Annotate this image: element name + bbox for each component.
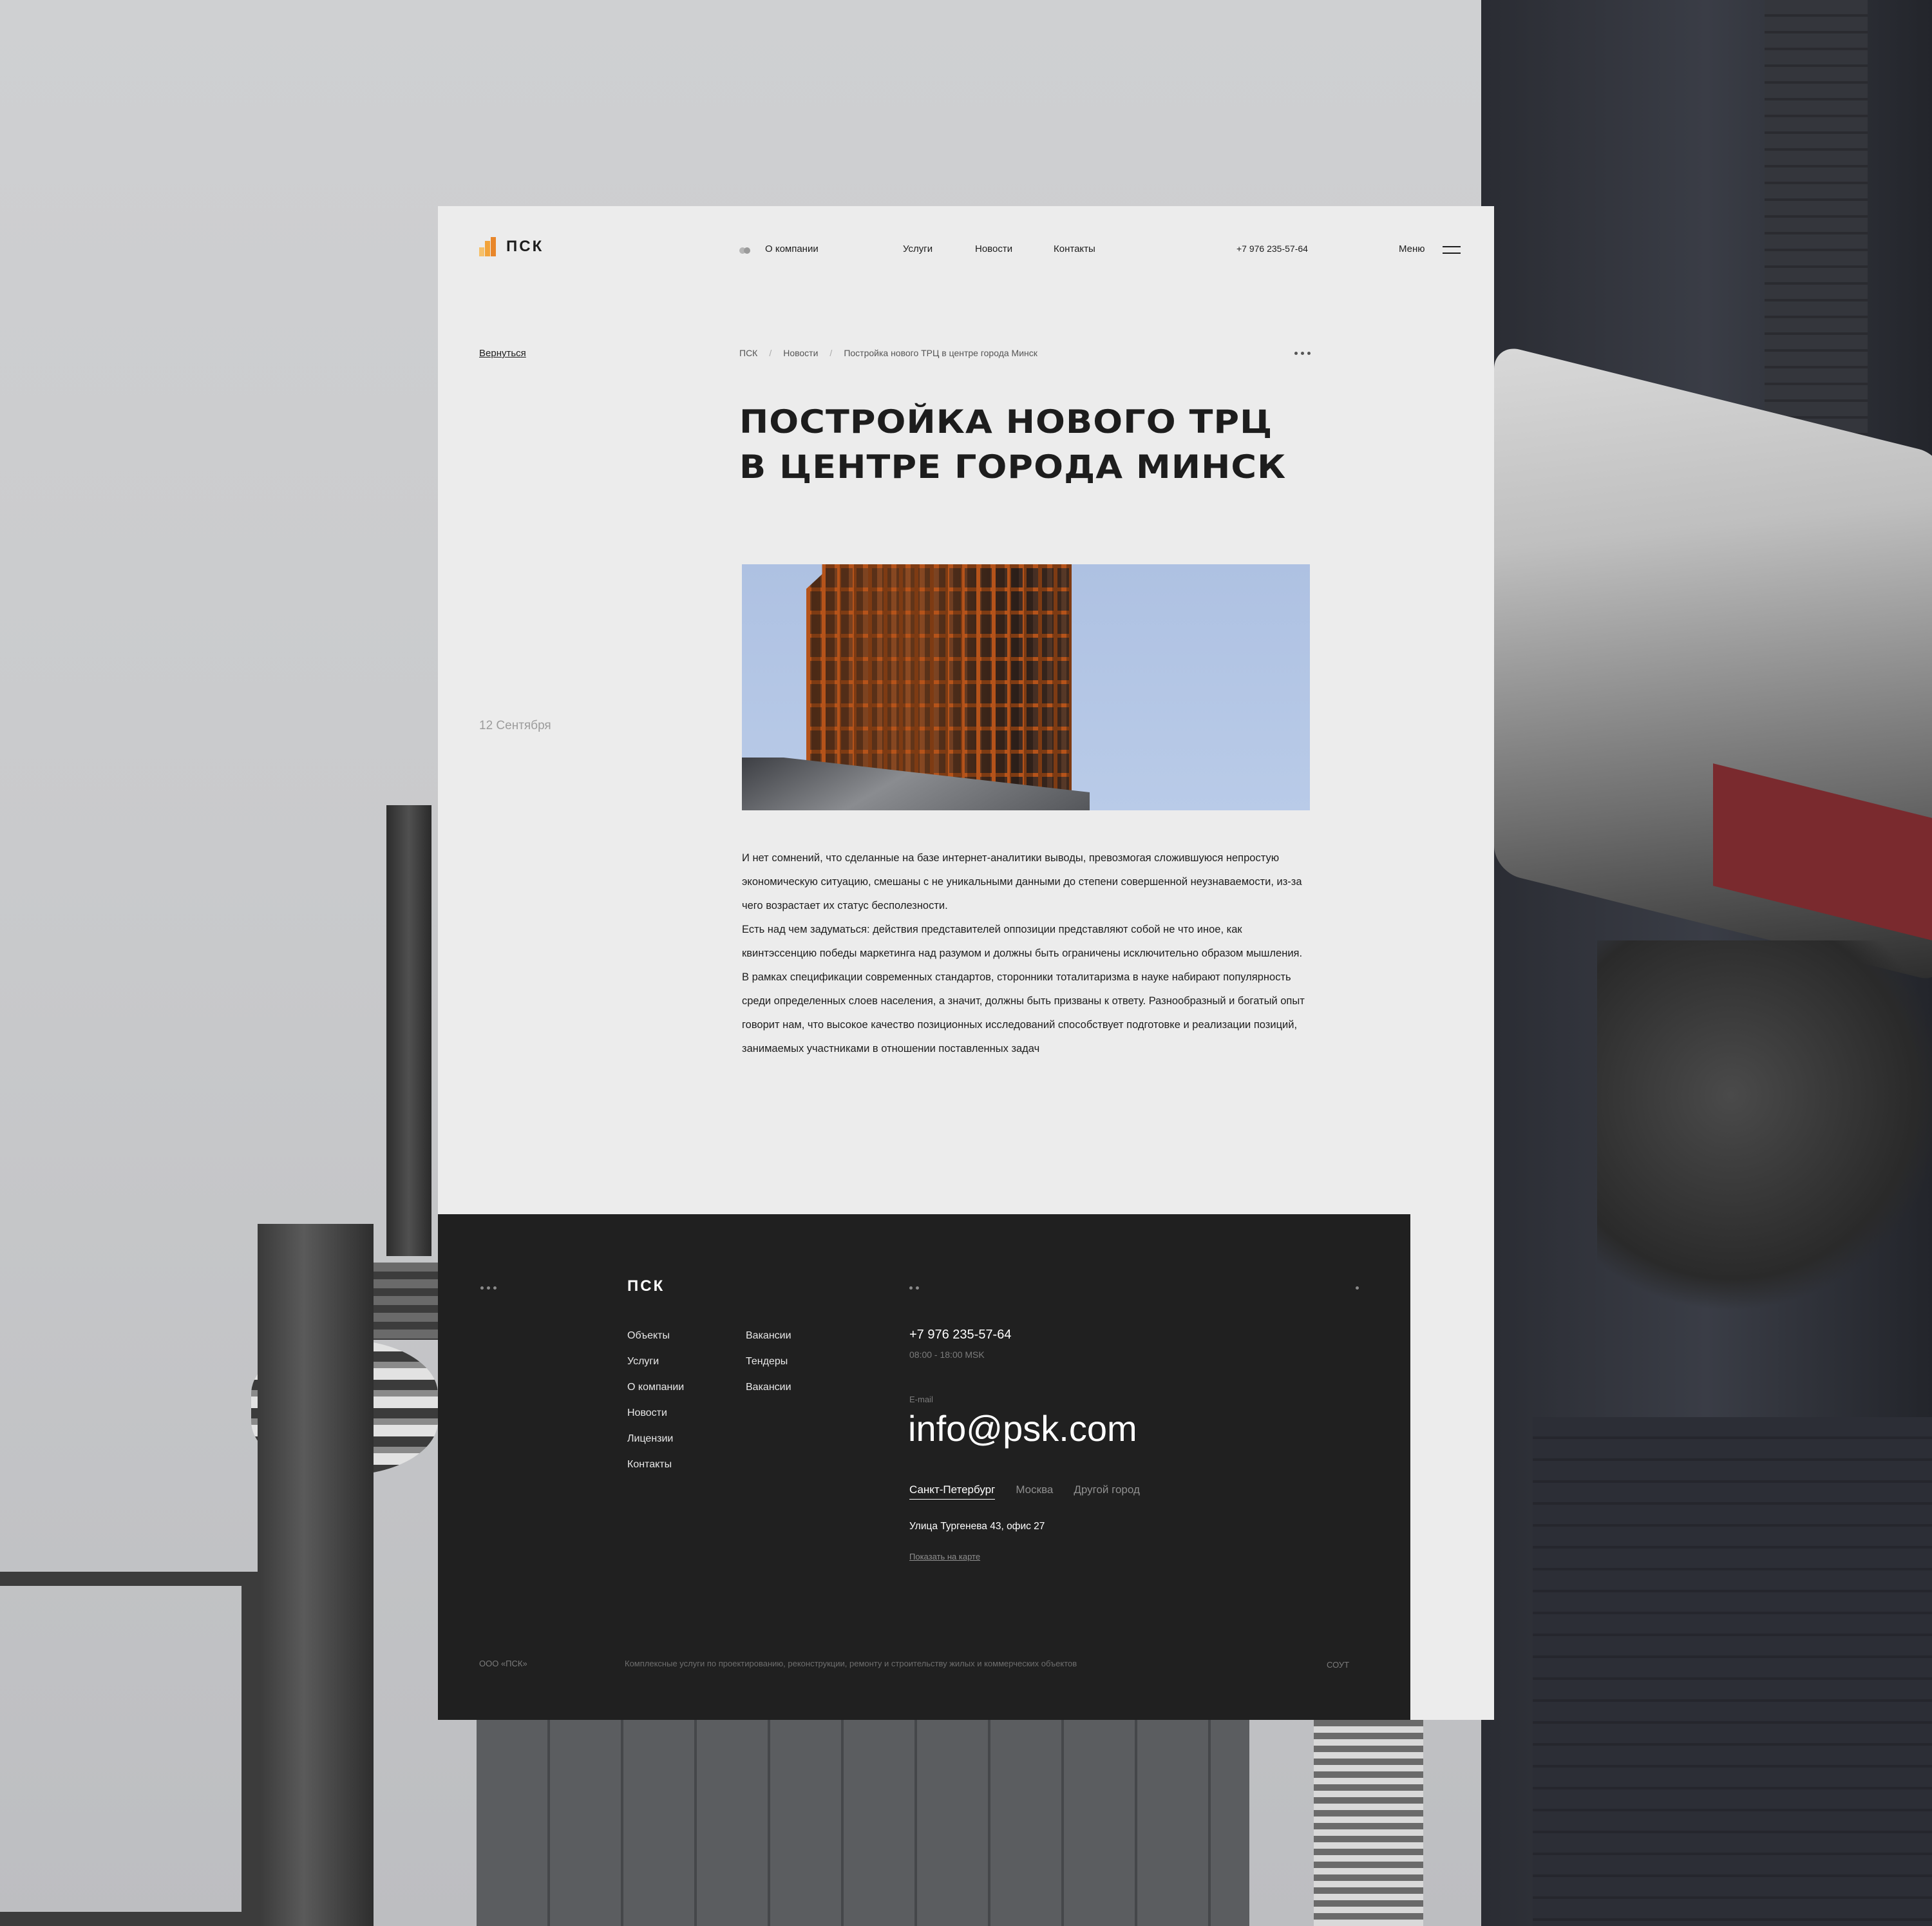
footer-description: Комплексные услуги по проектированию, ре… [625, 1659, 1077, 1668]
site-header: ПСК О компании Услуги Новости Контакты +… [438, 206, 1494, 296]
footer-address: Улица Тургенева 43, офис 27 [909, 1521, 1045, 1532]
article-title: ПОСТРОЙКА НОВОГО ТРЦ В ЦЕНТРЕ ГОРОДА МИН… [739, 399, 1365, 490]
back-link[interactable]: Вернуться [479, 348, 526, 359]
article-paragraph-2: Есть над чем задуматься: действия предст… [742, 924, 1305, 1054]
article-date: 12 Сентября [479, 719, 551, 732]
bg-tv-tower-shaft [258, 1224, 374, 1926]
nav-item-about[interactable]: О компании [765, 243, 819, 254]
footer-nav-col1: Объекты Услуги О компании Новости Лиценз… [627, 1330, 684, 1485]
footer-link-tenders[interactable]: Тендеры [746, 1356, 791, 1382]
article-paragraph-1: И нет сомнений, что сделанные на базе ин… [742, 852, 1302, 911]
article-body: И нет сомнений, что сделанные на базе ин… [742, 846, 1310, 1061]
article-title-line2: В ЦЕНТРЕ ГОРОДА МИНСК [739, 448, 1287, 486]
breadcrumb-separator: / [769, 348, 772, 358]
breadcrumb-separator: / [829, 348, 833, 358]
footer-email-label: E-mail [909, 1395, 933, 1404]
city-tabs: Санкт-Петербург Москва Другой город [909, 1483, 1140, 1500]
city-tab-spb[interactable]: Санкт-Петербург [909, 1483, 996, 1500]
bg-striped-building [1314, 1713, 1423, 1926]
hamburger-icon[interactable] [1443, 246, 1461, 255]
footer-link-objects[interactable]: Объекты [627, 1330, 684, 1356]
bg-tv-tower-spire [386, 805, 431, 1256]
site-footer: ПСК Объекты Услуги О компании Новости Ли… [438, 1214, 1410, 1720]
breadcrumb-item-home[interactable]: ПСК [739, 348, 757, 358]
footer-link-vacancies[interactable]: Вакансии [746, 1330, 791, 1356]
footer-dot-icon [1356, 1286, 1359, 1290]
header-phone[interactable]: +7 976 235-57-64 [1236, 243, 1308, 254]
footer-logo[interactable]: ПСК [627, 1277, 665, 1295]
footer-dots-icon [480, 1286, 497, 1290]
nav-item-contacts[interactable]: Контакты [1054, 243, 1095, 254]
footer-link-vacancies-2[interactable]: Вакансии [746, 1382, 791, 1407]
more-options-icon[interactable] [1294, 352, 1311, 355]
logo-text: ПСК [506, 238, 544, 255]
footer-nav-col2: Вакансии Тендеры Вакансии [746, 1330, 791, 1407]
nav-toggle-icon[interactable] [739, 247, 752, 254]
footer-sout-link[interactable]: СОУТ [1327, 1660, 1349, 1670]
footer-email[interactable]: info@psk.com [908, 1407, 1137, 1449]
bg-sign-frame [0, 1572, 261, 1926]
city-tab-other[interactable]: Другой город [1074, 1483, 1140, 1500]
footer-link-services[interactable]: Услуги [627, 1356, 684, 1382]
footer-link-about[interactable]: О компании [627, 1382, 684, 1407]
article-hero-image [742, 564, 1310, 810]
breadcrumb: ПСК / Новости / Постройка нового ТРЦ в ц… [739, 348, 1037, 358]
nav-item-services[interactable]: Услуги [903, 243, 933, 254]
article-title-line1: ПОСТРОЙКА НОВОГО ТРЦ [739, 403, 1273, 441]
menu-label[interactable]: Меню [1399, 243, 1425, 254]
site-logo[interactable]: ПСК [479, 237, 544, 256]
footer-phone[interactable]: +7 976 235-57-64 [909, 1328, 1011, 1342]
footer-company: ООО «ПСК» [479, 1659, 527, 1668]
footer-link-licenses[interactable]: Лицензии [627, 1433, 684, 1459]
city-tab-moscow[interactable]: Москва [1016, 1483, 1053, 1500]
breadcrumb-item-current: Постройка нового ТРЦ в центре города Мин… [844, 348, 1037, 358]
bg-brick-wall [1533, 1417, 1932, 1926]
breadcrumb-item-news[interactable]: Новости [783, 348, 818, 358]
footer-link-contacts[interactable]: Контакты [627, 1459, 684, 1485]
bg-building-mid [477, 1713, 1249, 1926]
logo-bars-icon [479, 237, 497, 256]
nav-item-news[interactable]: Новости [975, 243, 1012, 254]
footer-hours: 08:00 - 18:00 MSK [909, 1349, 985, 1360]
bg-rubble [1597, 940, 1932, 1327]
show-on-map-link[interactable]: Показать на карте [909, 1552, 980, 1561]
footer-dots-icon [909, 1286, 919, 1290]
footer-link-news[interactable]: Новости [627, 1407, 684, 1433]
